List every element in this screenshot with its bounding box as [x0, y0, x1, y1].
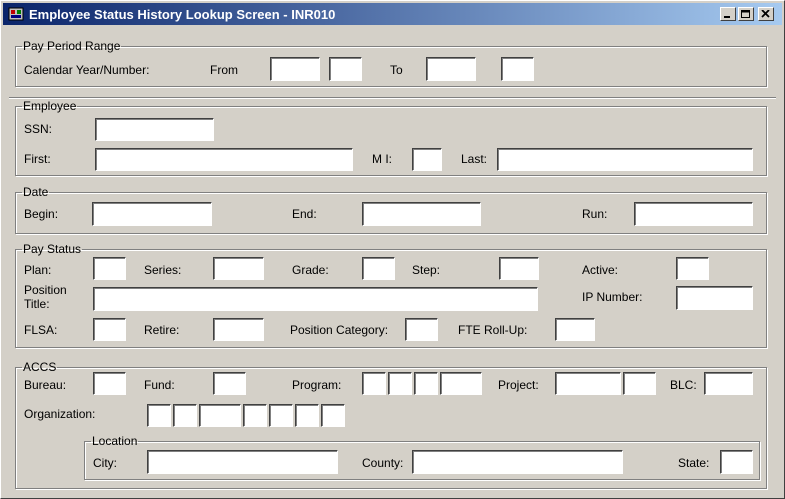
step-label: Step:	[412, 263, 441, 277]
main-window: Employee Status History Lookup Screen - …	[0, 0, 785, 499]
plan-input[interactable]	[93, 257, 126, 280]
middle-initial-input[interactable]	[412, 148, 442, 171]
ip-number-label: IP Number:	[582, 290, 643, 304]
organization-segment-2-input[interactable]	[173, 404, 197, 427]
project-segment-1-input[interactable]	[555, 372, 621, 395]
calendar-year-label: Calendar Year/Number:	[24, 63, 150, 77]
fund-label: Fund:	[144, 378, 175, 392]
active-input[interactable]	[676, 257, 709, 280]
location-legend: Location	[92, 434, 138, 448]
window-title: Employee Status History Lookup Screen - …	[29, 7, 336, 22]
first-name-input[interactable]	[95, 148, 353, 171]
flsa-label: FLSA:	[24, 323, 58, 337]
run-date-input[interactable]	[634, 202, 753, 226]
program-segment-1-input[interactable]	[362, 372, 386, 395]
city-label: City:	[93, 456, 117, 470]
position-category-label: Position Category:	[290, 323, 389, 337]
employee-legend: Employee	[23, 99, 77, 113]
state-input[interactable]	[720, 450, 753, 474]
maximize-icon	[741, 10, 750, 18]
ssn-label: SSN:	[24, 122, 53, 136]
bureau-input[interactable]	[93, 372, 126, 395]
plan-label: Plan:	[24, 263, 52, 277]
position-title-label-line2: Title:	[24, 297, 50, 311]
active-label: Active:	[582, 263, 619, 277]
series-label: Series:	[144, 263, 182, 277]
end-date-input[interactable]	[362, 202, 481, 226]
program-segment-3-input[interactable]	[414, 372, 438, 395]
close-button[interactable]	[758, 7, 774, 21]
last-name-input[interactable]	[497, 148, 753, 171]
run-date-label: Run:	[582, 207, 608, 221]
program-label: Program:	[292, 378, 342, 392]
position-category-input[interactable]	[405, 318, 438, 341]
bureau-label: Bureau:	[24, 378, 67, 392]
program-segment-2-input[interactable]	[388, 372, 412, 395]
accs-legend: ACCS	[23, 360, 57, 374]
date-legend: Date	[23, 185, 49, 199]
minimize-button[interactable]	[720, 7, 736, 21]
pay-period-legend: Pay Period Range	[23, 39, 121, 53]
pay-status-legend: Pay Status	[23, 242, 82, 256]
county-label: County:	[362, 456, 404, 470]
from-label: From	[210, 63, 238, 77]
to-year-input[interactable]	[426, 57, 476, 81]
close-icon	[761, 10, 770, 18]
organization-segment-4-input[interactable]	[243, 404, 267, 427]
fte-rollup-label: FTE Roll-Up:	[458, 323, 528, 337]
county-input[interactable]	[412, 450, 623, 474]
grade-input[interactable]	[362, 257, 395, 280]
middle-initial-label: M I:	[372, 152, 392, 166]
series-input[interactable]	[213, 257, 264, 280]
state-label: State:	[678, 456, 710, 470]
organization-segment-6-input[interactable]	[295, 404, 319, 427]
retire-input[interactable]	[213, 318, 264, 341]
begin-date-input[interactable]	[92, 202, 212, 226]
city-input[interactable]	[147, 450, 338, 474]
section-divider	[9, 97, 776, 99]
position-title-input[interactable]	[93, 287, 538, 311]
minimize-icon	[724, 16, 730, 18]
flsa-input[interactable]	[93, 318, 126, 341]
organization-label: Organization:	[24, 407, 96, 421]
maximize-button[interactable]	[738, 7, 754, 21]
first-name-label: First:	[24, 152, 51, 166]
begin-date-label: Begin:	[24, 207, 59, 221]
project-label: Project:	[498, 378, 539, 392]
organization-segment-7-input[interactable]	[321, 404, 345, 427]
fund-input[interactable]	[213, 372, 246, 395]
position-title-label: Position Title:	[24, 283, 67, 311]
app-icon	[8, 7, 24, 21]
to-label: To	[390, 63, 403, 77]
ip-number-input[interactable]	[676, 286, 753, 310]
retire-label: Retire:	[144, 323, 180, 337]
grade-label: Grade:	[292, 263, 329, 277]
blc-input[interactable]	[704, 372, 753, 395]
last-name-label: Last:	[461, 152, 488, 166]
step-input[interactable]	[499, 257, 539, 280]
from-number-input[interactable]	[329, 57, 362, 81]
organization-segment-1-input[interactable]	[147, 404, 171, 427]
project-segment-2-input[interactable]	[623, 372, 656, 395]
title-bar[interactable]: Employee Status History Lookup Screen - …	[3, 3, 782, 25]
from-year-input[interactable]	[270, 57, 320, 81]
to-number-input[interactable]	[501, 57, 534, 81]
ssn-input[interactable]	[95, 118, 214, 141]
program-segment-4-input[interactable]	[440, 372, 482, 395]
position-title-label-line1: Position	[24, 283, 67, 297]
organization-segment-5-input[interactable]	[269, 404, 293, 427]
organization-segment-3-input[interactable]	[199, 404, 241, 427]
fte-rollup-input[interactable]	[555, 318, 595, 341]
blc-label: BLC:	[670, 378, 697, 392]
end-date-label: End:	[292, 207, 317, 221]
